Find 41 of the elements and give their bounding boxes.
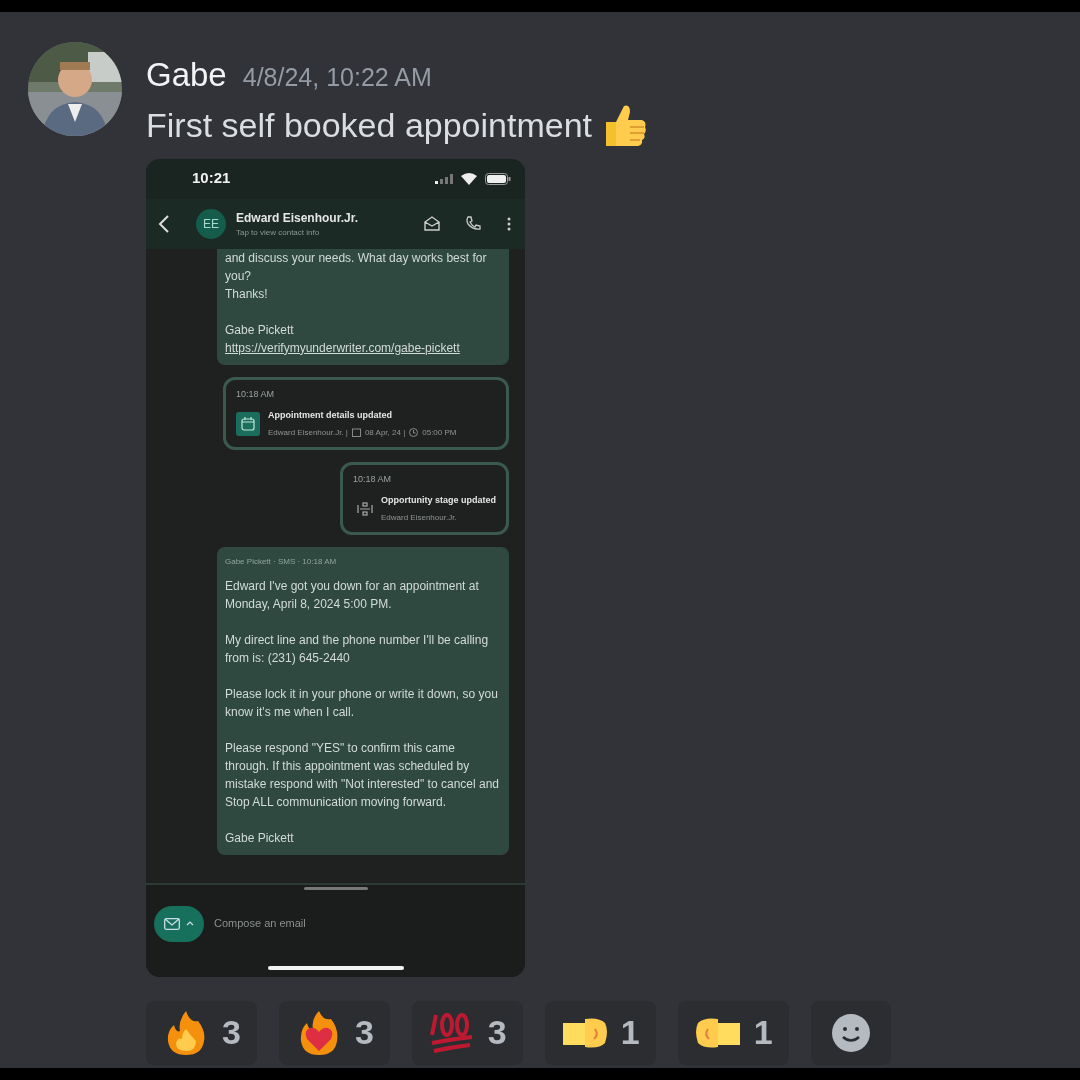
- contact-subtitle: Tap to view contact info: [236, 226, 321, 239]
- envelope-icon: [164, 917, 180, 930]
- contact-name[interactable]: Edward Eisenhour.Jr.: [236, 208, 359, 227]
- activity-time: 10:18 AM: [236, 387, 276, 401]
- status-time: 10:21: [192, 168, 231, 189]
- calendar-icon: [236, 411, 260, 436]
- reaction[interactable]: 1: [677, 1000, 789, 1065]
- message-text: First self booked appointment: [146, 104, 593, 146]
- timestamp: 4/8/24, 10:22 AM: [242, 62, 432, 93]
- activity-time-slot: 05:00 PM: [422, 426, 457, 439]
- reaction[interactable]: 3: [411, 1000, 523, 1065]
- signal-icon: [435, 173, 453, 184]
- reaction[interactable]: 3: [278, 1000, 390, 1065]
- envelope-icon[interactable]: [424, 216, 440, 231]
- message-body: Edward I've got you down for an appointment at Monday, April 8, 2024 5:00 PM. My direct line and the phone number I'll be calling from is: (231) 645-2440 Please lock it in your phone or write it down, so you know it's me when I call. Please respond "YES" to confirm this came through. If this appointment was scheduled by mistake respond with "Not interested" to cancel and Stop ALL communication moving forward. Gabe Pickett: [225, 577, 500, 847]
- activity-person: Edward Eisenhour.Jr.: [381, 511, 457, 524]
- reaction[interactable]: 1: [544, 1000, 656, 1065]
- smiley-icon: [830, 1012, 871, 1053]
- add-reaction-button[interactable]: [810, 1000, 891, 1065]
- message-body: and discuss your needs. What day works best for you? Thanks! Gabe Pickett: [225, 249, 488, 339]
- activity-title: Appointment details updated: [268, 409, 393, 422]
- stage-icon: [357, 501, 373, 516]
- activity-person: Edward Eisenhour.Jr. |: [268, 426, 348, 439]
- clock-icon: [409, 428, 419, 437]
- more-icon[interactable]: [507, 216, 511, 231]
- message-link[interactable]: https://verifymyunderwriter.com/gabe-pickett: [225, 340, 460, 355]
- battery-icon: [485, 172, 511, 185]
- wifi-icon: [461, 172, 477, 185]
- back-icon[interactable]: [158, 214, 170, 233]
- compose-field[interactable]: Compose an email: [212, 914, 412, 933]
- phone-icon[interactable]: [466, 216, 481, 231]
- message-header: Gabe Pickett · SMS · 10:18 AM: [225, 555, 338, 568]
- email-mode-button[interactable]: [154, 905, 204, 942]
- activity-date: 08 Apr, 24 |: [364, 426, 406, 439]
- activity-title: Opportunity stage updated: [381, 494, 496, 507]
- author-name[interactable]: Gabe: [146, 50, 227, 100]
- calendar-icon: [351, 428, 361, 437]
- caret-icon: [186, 921, 194, 926]
- contact-avatar[interactable]: EE: [196, 208, 226, 239]
- reaction[interactable]: 3: [146, 1000, 257, 1065]
- activity-time: 10:18 AM: [353, 472, 392, 486]
